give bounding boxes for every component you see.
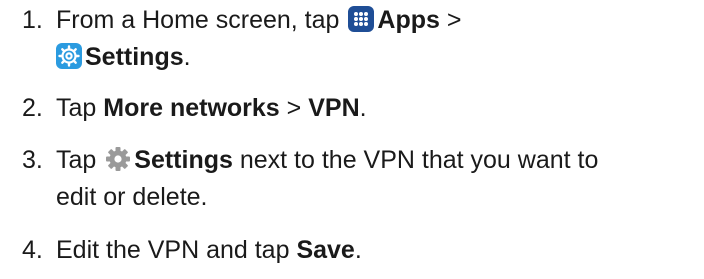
step-number: 2. [22,94,43,122]
step-text: Tap [56,94,97,122]
separator: > [446,6,462,34]
settings-label: Settings [134,146,233,174]
step-number: 3. [22,146,43,174]
more-networks-label: More networks [103,94,280,122]
step-3-line-1: 3. Tap Settings next to the VPN that you … [22,142,698,179]
vpn-label: VPN [308,94,360,122]
step-4: 4. Edit the VPN and tap Save. [22,232,698,269]
step-text: Edit the VPN and tap [56,236,290,264]
save-label: Save [296,236,355,264]
separator: > [286,94,302,122]
period: . [183,43,191,71]
step-1-line-2: Settings. [22,39,698,76]
step-number: 1. [22,6,43,34]
step-1: 1. From a Home screen, tap Apps > Settin… [22,2,698,76]
step-text-rest: next to the VPN that you want to [239,146,599,174]
step-2-line-1: 2. Tap More networks > VPN. [22,90,698,127]
apps-label: Apps [377,6,440,34]
step-text: From a Home screen, tap [56,6,340,34]
period: . [359,94,367,122]
settings-icon [56,43,82,69]
period: . [354,236,362,264]
step-2: 2. Tap More networks > VPN. [22,90,698,127]
step-4-line-1: 4. Edit the VPN and tap Save. [22,232,698,269]
step-3-line-2: edit or delete. [56,183,208,211]
step-3: 3. Tap Settings next to the VPN that you … [22,142,698,216]
gear-icon [105,146,131,172]
apps-icon [348,6,375,32]
step-1-line-1: 1. From a Home screen, tap Apps > [22,2,698,39]
settings-label: Settings [85,43,184,71]
instruction-steps: 1. From a Home screen, tap Apps > Settin… [0,0,704,279]
step-text: Tap [56,146,97,174]
step-number: 4. [22,236,43,264]
